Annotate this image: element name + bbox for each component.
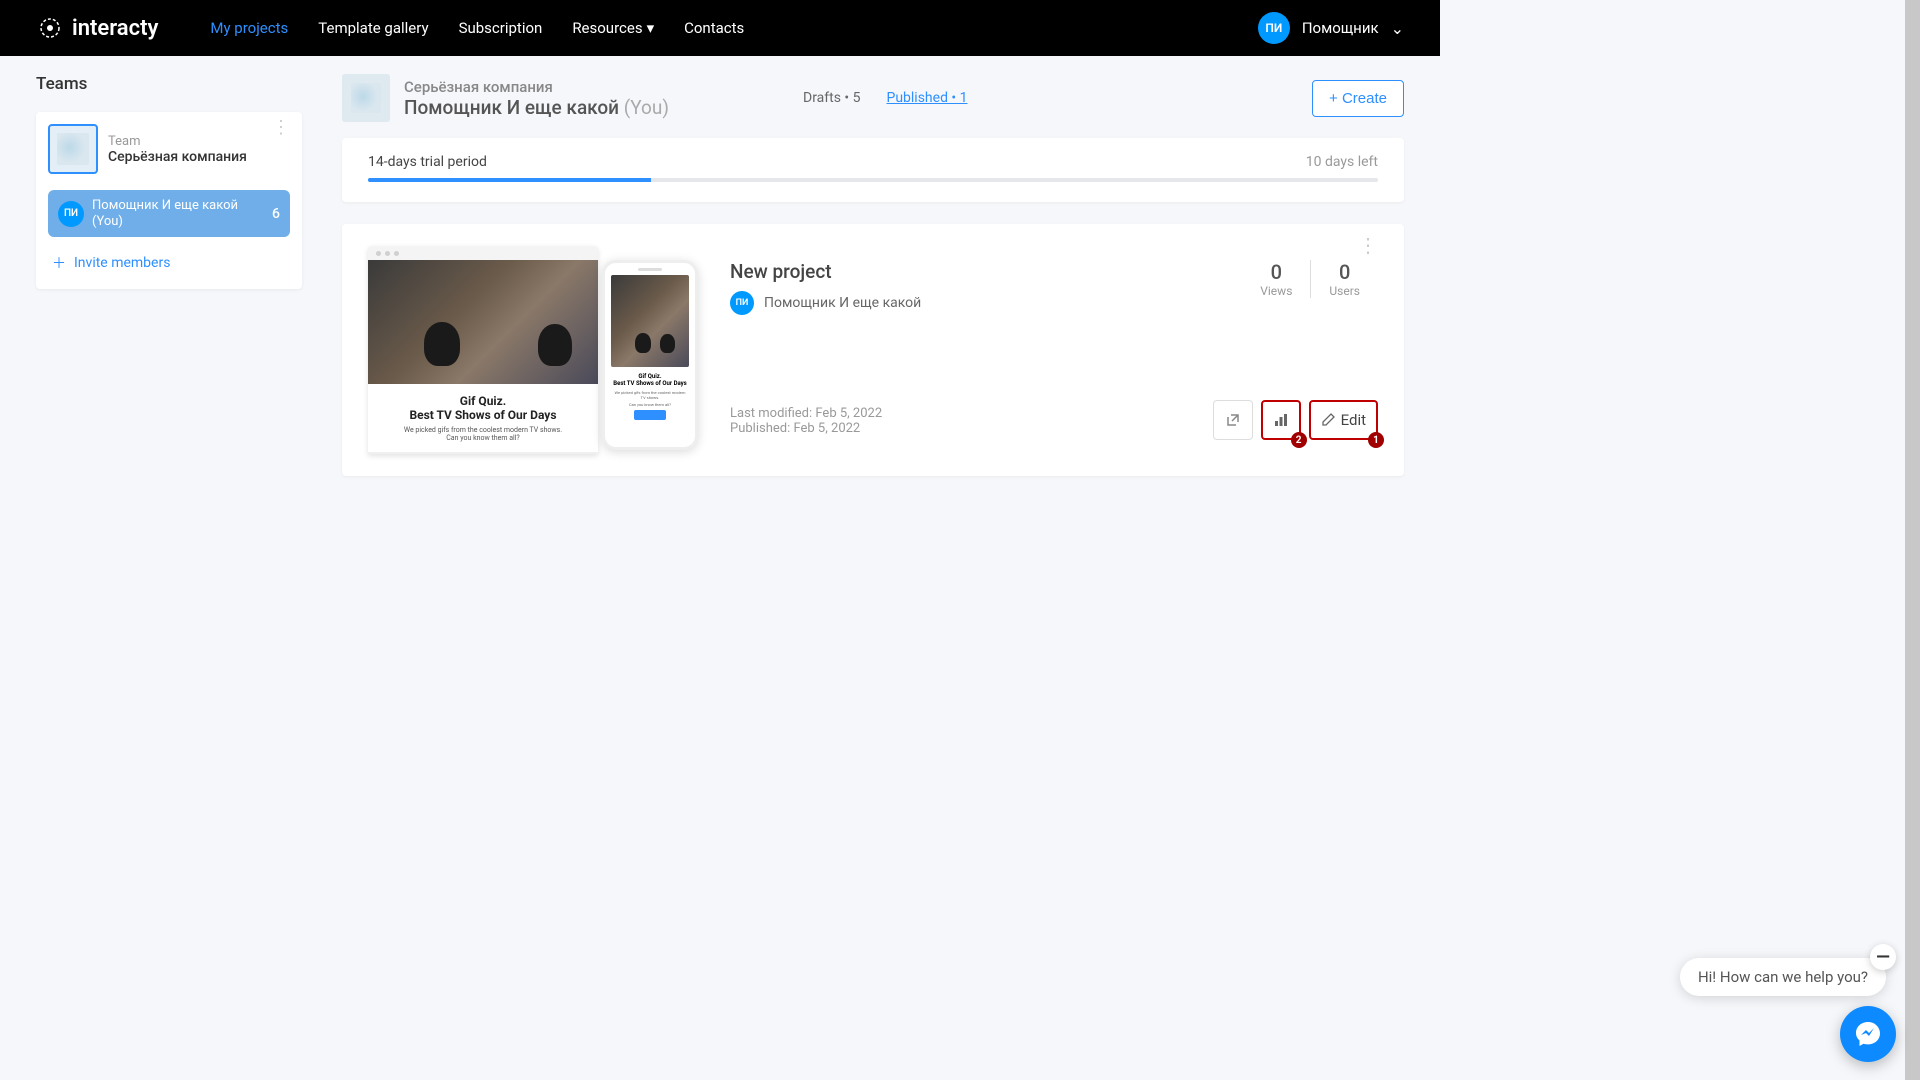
owner-name: Помощник И еще какой (You) [404,96,669,119]
views-count: 0 [1260,260,1292,284]
company-avatar [342,74,390,122]
plus-icon: ＋ [52,253,66,273]
project-thumbnail[interactable]: Gif Quiz. Best TV Shows of Our Days We p… [368,246,698,454]
invite-label: Invite members [74,255,170,271]
users-count: 0 [1329,260,1360,284]
main-nav: My projects Template gallery Subscriptio… [210,19,744,37]
published-link[interactable]: Published • 1 [886,90,967,106]
company-name: Серьёзная компания [404,78,669,96]
nav-template-gallery[interactable]: Template gallery [318,19,428,37]
chat-bubble[interactable]: Hi! How can we help you? [1680,958,1886,996]
nav-resources[interactable]: Resources ▾ [572,19,654,37]
messenger-icon [1853,1019,1883,1049]
project-stats: 0 Views 0 Users [1242,260,1378,298]
caret-down-icon: ▾ [647,19,655,37]
edit-button[interactable]: Edit 1 [1309,400,1378,440]
team-name: Серьёзная компания [108,149,290,165]
nav-resources-label: Resources [572,19,642,37]
users-label: Users [1329,284,1360,298]
external-link-icon [1225,412,1241,428]
desktop-preview: Gif Quiz. Best TV Shows of Our Days We p… [368,246,598,454]
trial-progress [368,178,1378,182]
badge-2: 2 [1291,432,1307,448]
trial-title: 14-days trial period [368,154,487,170]
user-name: Помощник [1302,19,1379,37]
main-header: Серьёзная компания Помощник И еще какой … [342,74,1404,122]
last-modified: Last modified: Feb 5, 2022 [730,406,882,421]
phone-sub2: Can you know them all? [613,402,687,407]
brand-name: interacty [72,16,158,41]
mobile-preview: Gif Quiz. Best TV Shows of Our Days We p… [602,260,698,450]
member-row[interactable]: ПИ Помощник И еще какой (You) 6 [48,190,290,237]
drafts-count: Drafts • 5 [803,90,860,106]
open-button[interactable] [1213,400,1253,440]
owner-name-text: Помощник И еще какой [404,96,619,119]
chevron-down-icon: ⌄ [1391,19,1404,38]
create-button[interactable]: + Create [1312,80,1404,117]
edit-label: Edit [1341,411,1366,429]
preview-sub: We picked gifs from the coolest modern T… [384,426,582,434]
preview-sub2: Can you know them all? [384,434,582,442]
header: interacty My projects Template gallery S… [0,0,1440,56]
owner-you: (You) [624,96,669,119]
sidebar-title: Teams [36,74,302,94]
project-menu-icon[interactable]: ⋮ [1358,242,1378,248]
author-name: Помощник И еще какой [764,295,921,311]
team-menu-icon[interactable]: ⋮ [272,124,290,132]
header-user[interactable]: ПИ Помощник ⌄ [1258,12,1404,44]
team-label: Team [108,134,290,149]
preview-title2: Best TV Shows of Our Days [384,408,582,422]
phone-title1: Gif Quiz. [613,373,687,380]
nav-contacts[interactable]: Contacts [684,19,744,37]
member-count: 6 [272,206,280,222]
project-actions: 2 Edit 1 [1213,400,1378,440]
team-row[interactable]: Team Серьёзная компания ⋮ [48,124,290,184]
main-content: Серьёзная компания Помощник И еще какой … [342,74,1404,792]
bar-chart-icon [1273,412,1289,428]
project-info: ⋮ New project ПИ Помощник И еще какой La… [698,246,1378,454]
member-avatar: ПИ [58,201,84,227]
chat-fab[interactable] [1840,1006,1896,1062]
sidebar: Teams Team Серьёзная компания ⋮ ПИ Помощ… [36,74,302,792]
team-avatar [48,124,98,174]
teams-card: Team Серьёзная компания ⋮ ПИ Помощник И … [36,112,302,289]
member-name: Помощник И еще какой (You) [92,198,264,229]
chat-minimize-icon[interactable]: — [1870,944,1896,970]
phone-start-btn [634,410,666,420]
phone-sub: We picked gifs from the coolest modern T… [613,390,687,400]
trial-card: 14-days trial period 10 days left [342,138,1404,202]
scrollbar[interactable] [1905,0,1920,1080]
nav-my-projects[interactable]: My projects [210,19,288,37]
head-stats: Drafts • 5 Published • 1 [803,90,968,106]
project-card: Gif Quiz. Best TV Shows of Our Days We p… [342,224,1404,476]
analytics-button[interactable]: 2 [1261,400,1301,440]
preview-title1: Gif Quiz. [384,394,582,408]
phone-title2: Best TV Shows of Our Days [613,380,687,387]
published-date: Published: Feb 5, 2022 [730,421,882,436]
project-meta: Last modified: Feb 5, 2022 Published: Fe… [730,406,882,436]
views-label: Views [1260,284,1292,298]
pencil-icon [1321,413,1335,427]
logo-icon [36,14,64,42]
logo[interactable]: interacty [36,14,158,42]
user-avatar: ПИ [1258,12,1290,44]
nav-subscription[interactable]: Subscription [459,19,543,37]
invite-members[interactable]: ＋ Invite members [48,249,290,277]
author-avatar: ПИ [730,291,754,315]
trial-remaining: 10 days left [1306,154,1378,170]
badge-1: 1 [1368,432,1384,448]
